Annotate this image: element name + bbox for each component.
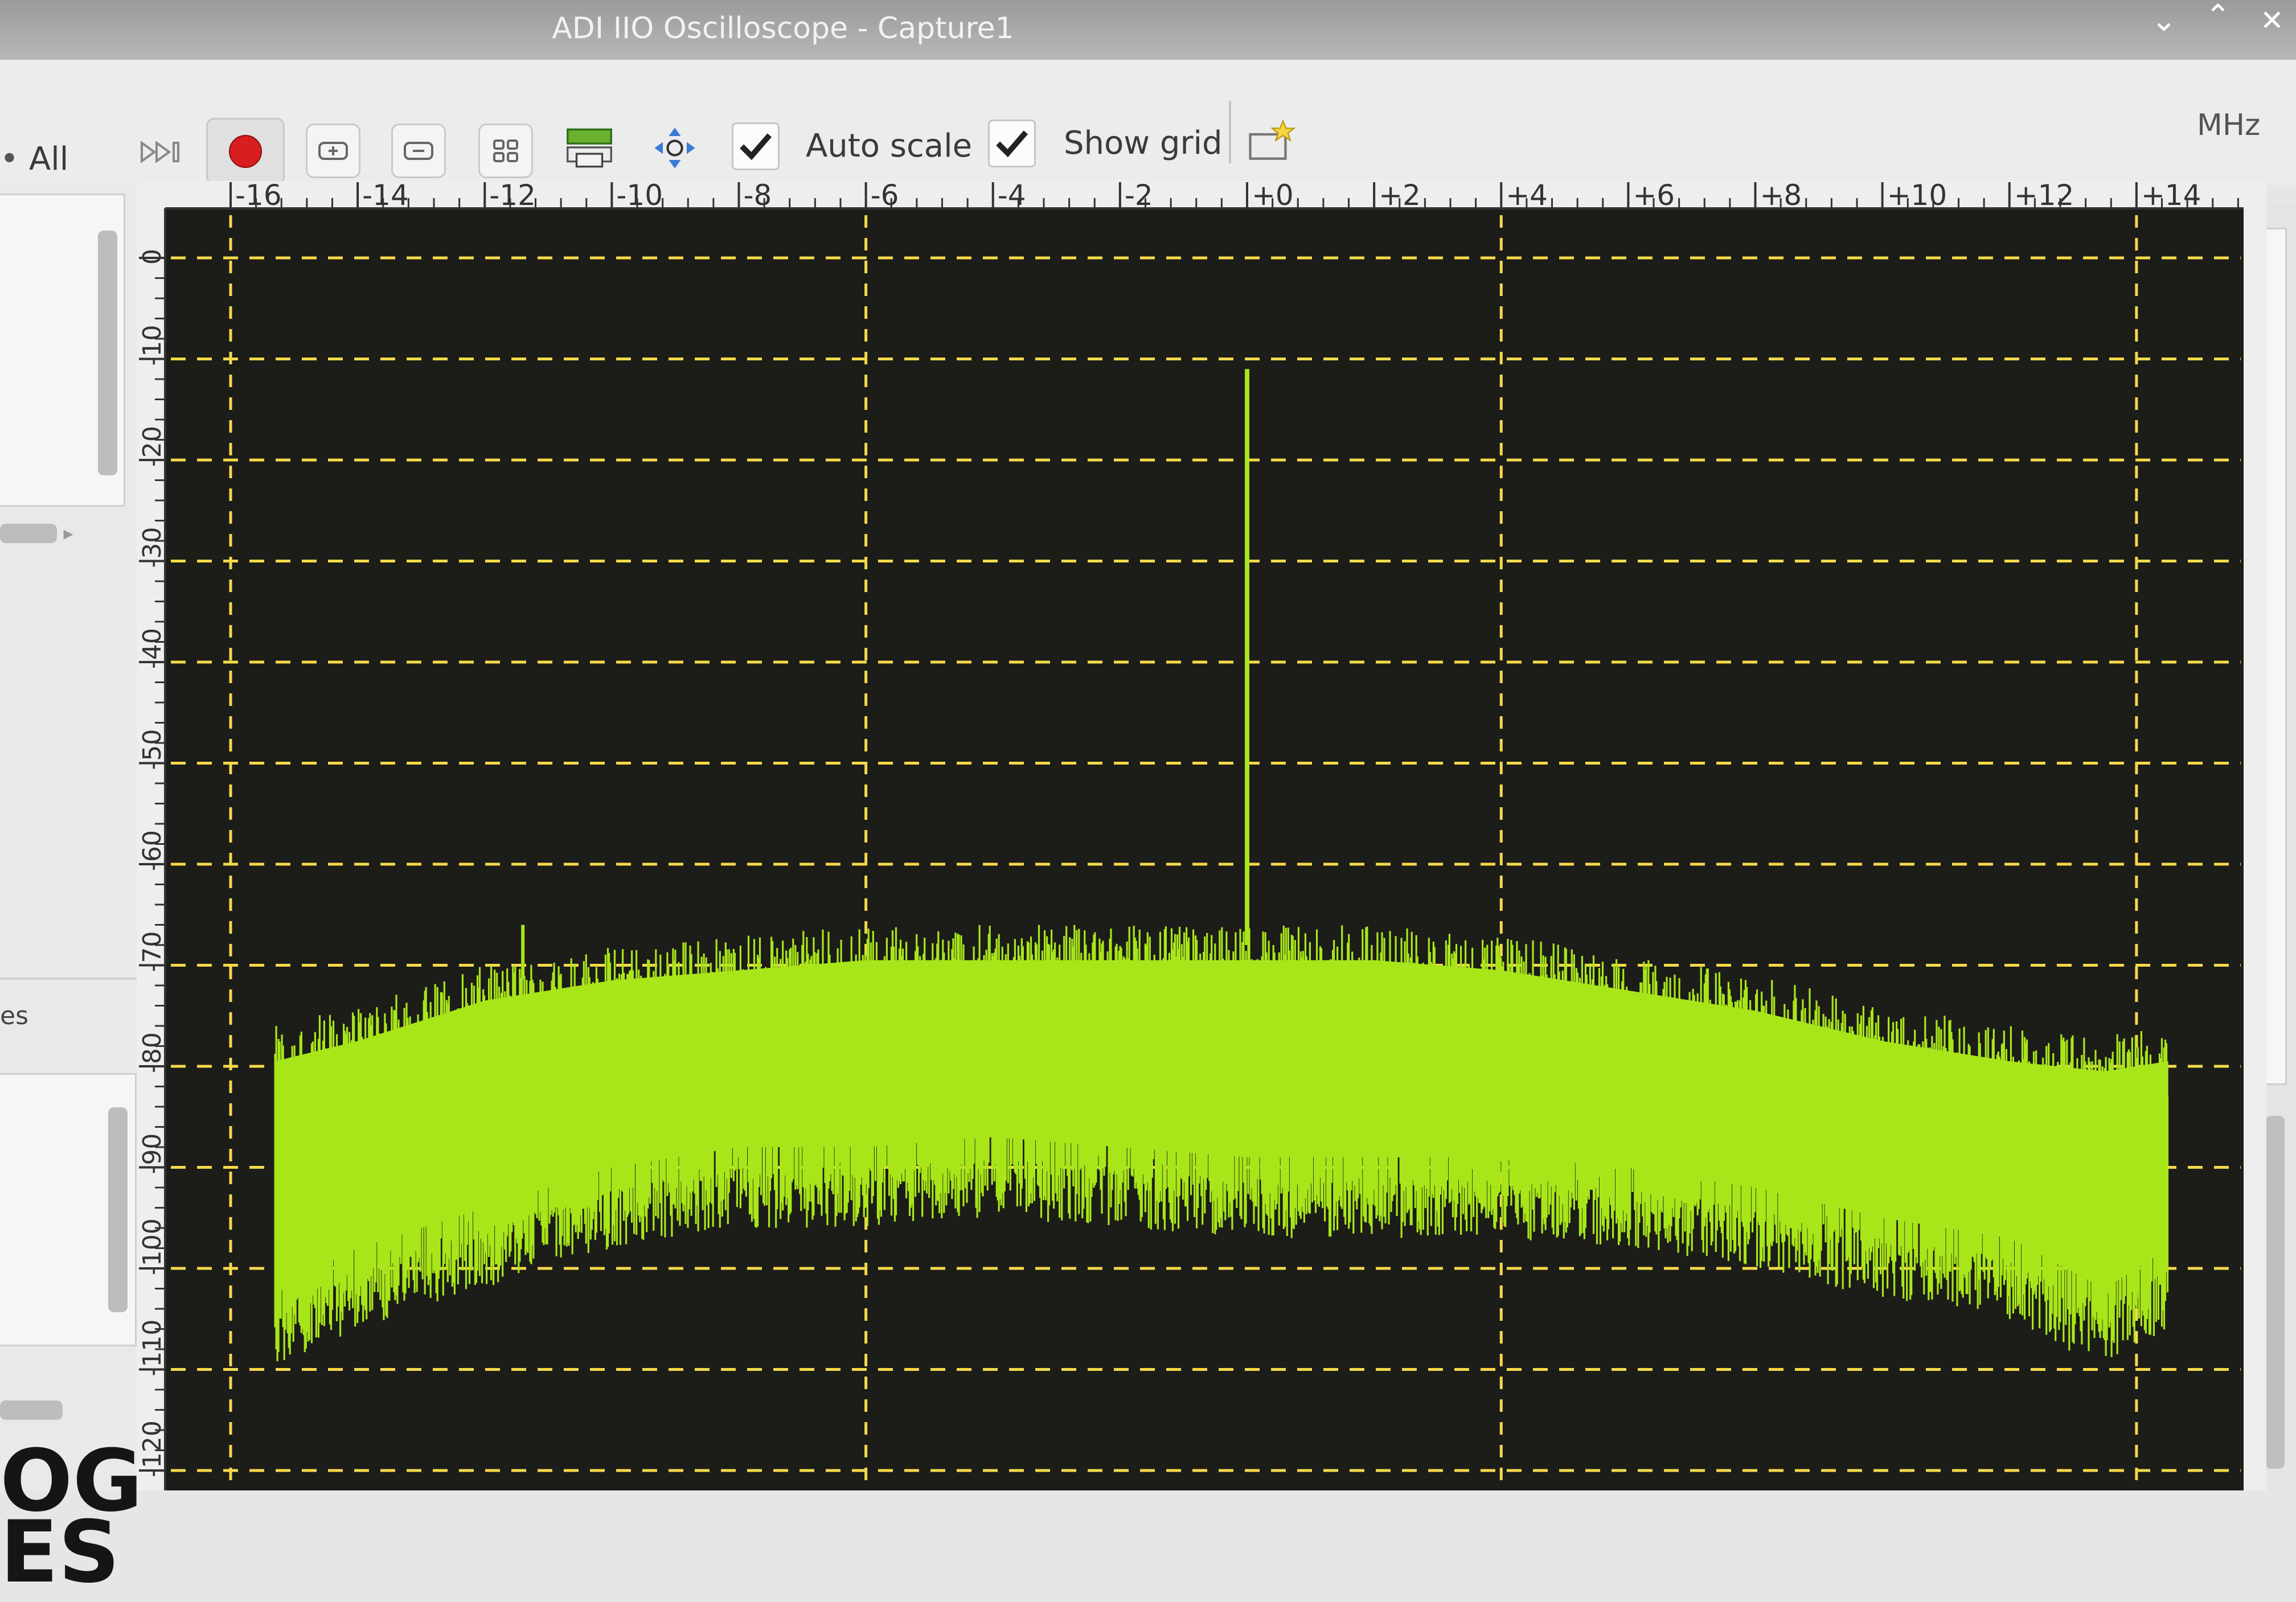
y-tick-label: -60 [138, 830, 167, 871]
show-grid-label[interactable]: Show grid [1064, 124, 1223, 163]
save-capture-icon[interactable] [561, 122, 618, 174]
x-tick-label: -14 [362, 181, 409, 212]
y-tick-label: -10 [138, 325, 167, 366]
y-tick-label: -40 [138, 628, 167, 669]
x-tick-label: -4 [998, 181, 1026, 212]
new-marker-icon[interactable] [1241, 112, 1304, 175]
record-button[interactable] [206, 118, 285, 185]
y-tick-label: -110 [138, 1320, 167, 1377]
y-tick-label: -80 [138, 1032, 167, 1073]
zoom-fit-icon [493, 139, 518, 162]
y-tick-label: -100 [138, 1218, 167, 1275]
y-tick-label: -70 [138, 931, 167, 972]
spectrum-plot[interactable]: -16 -14 -12 -10 -8 -6 -4 -2 +0 +2 +4 +6 +8 +10 +12 +14 … [137, 179, 2266, 1490]
show-grid-checkbox[interactable] [988, 120, 1036, 167]
channel-list-scrollbar[interactable] [108, 1107, 128, 1312]
close-icon[interactable]: ✕ [2249, 3, 2295, 38]
x-axis-unit-label: MHz [2197, 108, 2261, 142]
panel-divider [0, 977, 154, 980]
x-tick-label: -8 [744, 181, 772, 212]
channel-list-hscrollbar[interactable] [0, 1400, 63, 1420]
toolbar-divider [1229, 101, 1231, 163]
x-tick-label: +14 [2141, 181, 2201, 212]
y-tick-label: -50 [138, 729, 167, 770]
scroll-right-icon[interactable]: ▸ [57, 522, 80, 545]
record-icon [229, 135, 262, 168]
move-icon[interactable] [646, 122, 703, 174]
zoom-in-icon [318, 142, 348, 160]
spectrum-plot-area[interactable]: -16 -14 -12 -10 -8 -6 -4 -2 +0 +2 +4 +6 +8 +10 +12 +14 … [137, 179, 2266, 1490]
y-tick-label: 0 [138, 249, 167, 265]
y-tick-label: -90 [138, 1133, 167, 1174]
x-tick-label: +10 [1887, 181, 1948, 212]
y-tick-label: -30 [138, 527, 167, 568]
left-panel: ▸ es OG ES [0, 185, 159, 1595]
zoom-fit-button[interactable] [478, 124, 533, 178]
step-forward-icon[interactable] [137, 132, 188, 172]
x-tick-label: -16 [235, 181, 282, 212]
channels-label: es [0, 1001, 28, 1030]
title-bar: ADI IIO Oscilloscope - Capture1 ⌄ ⌃ ✕ [0, 0, 2296, 60]
zoom-out-icon [404, 142, 433, 160]
auto-scale-checkbox[interactable] [732, 122, 780, 170]
x-tick-label: -6 [871, 181, 899, 212]
checkmark-icon [740, 133, 772, 161]
right-scrollbar[interactable] [2265, 1116, 2285, 1469]
zoom-out-button[interactable] [391, 124, 446, 178]
checkmark-icon [996, 130, 1028, 158]
auto-scale-label[interactable]: Auto scale [806, 126, 972, 166]
x-tick-label: -10 [616, 181, 663, 212]
all-label[interactable]: • All [0, 139, 68, 179]
window-title: ADI IIO Oscilloscope - Capture1 [552, 11, 1014, 46]
x-tick-label: +12 [2014, 181, 2074, 212]
brand-logo-text: OG ES [0, 1432, 143, 1602]
device-list-scrollbar[interactable] [98, 231, 117, 475]
device-list-hscrollbar[interactable] [0, 524, 57, 543]
zoom-in-button[interactable] [306, 124, 360, 178]
y-tick-label: -120 [138, 1420, 167, 1477]
minimize-icon[interactable]: ⌄ [2141, 3, 2187, 38]
x-tick-label: -2 [1125, 181, 1153, 212]
y-tick-label: -20 [138, 426, 167, 467]
x-tick-label: -12 [489, 181, 536, 212]
maximize-icon[interactable]: ⌃ [2195, 0, 2241, 33]
toolbar: • All Auto scale Show grid MHz [0, 60, 2296, 185]
